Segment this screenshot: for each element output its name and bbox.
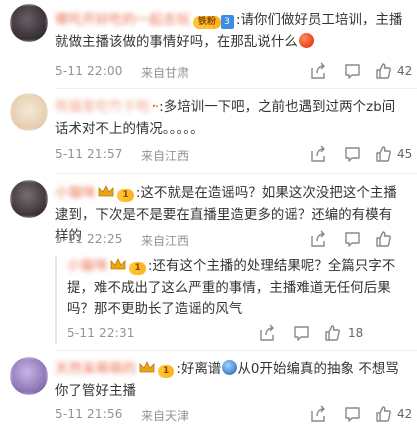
share-icon[interactable] xyxy=(310,230,326,250)
comment-text: 熊猫爱吃竹子啦᠂ᐧ:多培训一下吧，之前也遇到过两个zb间话术对不上的情况。。。。… xyxy=(55,97,403,140)
share-icon[interactable] xyxy=(310,62,326,82)
comment-meta: 5-11 21:56 来自天津 42 xyxy=(55,405,412,425)
reply-text: 小猫咪 1:还有这个主播的处理结果呢？全篇只字不提，难不成出了这么严重的事情，主播… xyxy=(67,256,399,321)
reply-time: 5-11 22:31 xyxy=(67,326,135,340)
crown-badge-icon xyxy=(98,184,114,197)
angry-emoji-icon xyxy=(298,32,314,48)
comment-location: 来自甘肃 xyxy=(141,66,190,80)
fan-badge: 铁粉 3 xyxy=(192,12,234,29)
comment-text: 天然呆萌萌的 1:好离谱 从0开始编真的抽象 不想骂你了管好主播 xyxy=(55,359,403,402)
user-avatar[interactable] xyxy=(10,93,48,131)
username-link[interactable]: 哪吒开好吃的一起去玩 xyxy=(55,13,190,28)
comment-icon[interactable] xyxy=(293,324,310,344)
user-avatar[interactable] xyxy=(10,180,48,218)
comment-icon[interactable] xyxy=(344,405,361,425)
share-icon[interactable] xyxy=(259,324,275,344)
comment-item: 哪吒开好吃的一起去玩 铁粉 3:请你们做好员工培训，主播就做主播该做的事情好吗，在那… xyxy=(0,0,417,88)
comment-icon[interactable] xyxy=(344,230,361,250)
like-count: 42 xyxy=(397,64,413,78)
comment-item: 熊猫爱吃竹子啦᠂ᐧ:多培训一下吧，之前也遇到过两个zb间话术对不上的情况。。。。… xyxy=(0,89,417,173)
comment-time: 5-11 22:00 xyxy=(55,64,123,78)
level-badge: 1 xyxy=(157,361,175,378)
comment-content-a: 好离谱 xyxy=(180,362,222,377)
reply-meta: 5-11 22:31 18 xyxy=(67,324,399,344)
like-icon[interactable] xyxy=(375,230,392,250)
like-icon[interactable] xyxy=(375,405,392,425)
reply-item: 小猫咪 1:还有这个主播的处理结果呢？全篇只字不提，难不成出了这么严重的事情，主播… xyxy=(55,256,403,344)
user-avatar[interactable] xyxy=(10,357,48,395)
comment-icon[interactable] xyxy=(344,145,361,165)
comment-location: 来自江西 xyxy=(141,149,190,163)
like-icon[interactable] xyxy=(324,324,341,344)
like-count: 18 xyxy=(348,326,364,340)
username-link[interactable]: 熊猫爱吃竹子啦 xyxy=(55,100,149,115)
crown-badge-icon xyxy=(139,360,155,373)
username-link[interactable]: 小猫咪 xyxy=(55,186,95,201)
username-link[interactable]: 天然呆萌萌的 xyxy=(55,362,136,377)
comment-meta: 5-11 22:00 来自甘肃 42 xyxy=(55,62,412,82)
user-badge-icon: ᠂ᐧ xyxy=(149,100,160,115)
sweat-emoji-icon xyxy=(222,360,238,375)
share-icon[interactable] xyxy=(310,145,326,165)
like-icon[interactable] xyxy=(375,62,392,82)
comment-meta: 5-11 22:25 来自江西 xyxy=(55,230,403,250)
comment-meta: 5-11 21:57 来自江西 45 xyxy=(55,145,412,165)
comment-icon[interactable] xyxy=(344,62,361,82)
comment-location: 来自江西 xyxy=(141,234,190,248)
comment-time: 5-11 21:57 xyxy=(55,147,123,161)
like-count: 42 xyxy=(397,407,413,421)
like-count: 45 xyxy=(397,147,413,161)
comment-time: 5-11 21:56 xyxy=(55,407,123,421)
comment-location: 来自天津 xyxy=(141,409,190,423)
comment-text: 哪吒开好吃的一起去玩 铁粉 3:请你们做好员工培训，主播就做主播该做的事情好吗，在那… xyxy=(55,10,403,53)
level-badge: 1 xyxy=(117,185,134,202)
username-link[interactable]: 小猫咪 xyxy=(67,259,107,274)
comment-item: 小猫咪 1:这不就是在造谣吗？如果这次没把这个主播逮到，下次是不是要在直播里造更多… xyxy=(0,174,417,350)
crown-badge-icon xyxy=(110,257,126,270)
comment-time: 5-11 22:25 xyxy=(55,232,123,246)
user-avatar[interactable] xyxy=(10,4,48,42)
level-badge: 1 xyxy=(129,258,146,275)
like-icon[interactable] xyxy=(375,145,392,165)
comment-item: 天然呆萌萌的 1:好离谱 从0开始编真的抽象 不想骂你了管好主播 5-11 21:5… xyxy=(0,351,417,437)
share-icon[interactable] xyxy=(310,405,326,425)
